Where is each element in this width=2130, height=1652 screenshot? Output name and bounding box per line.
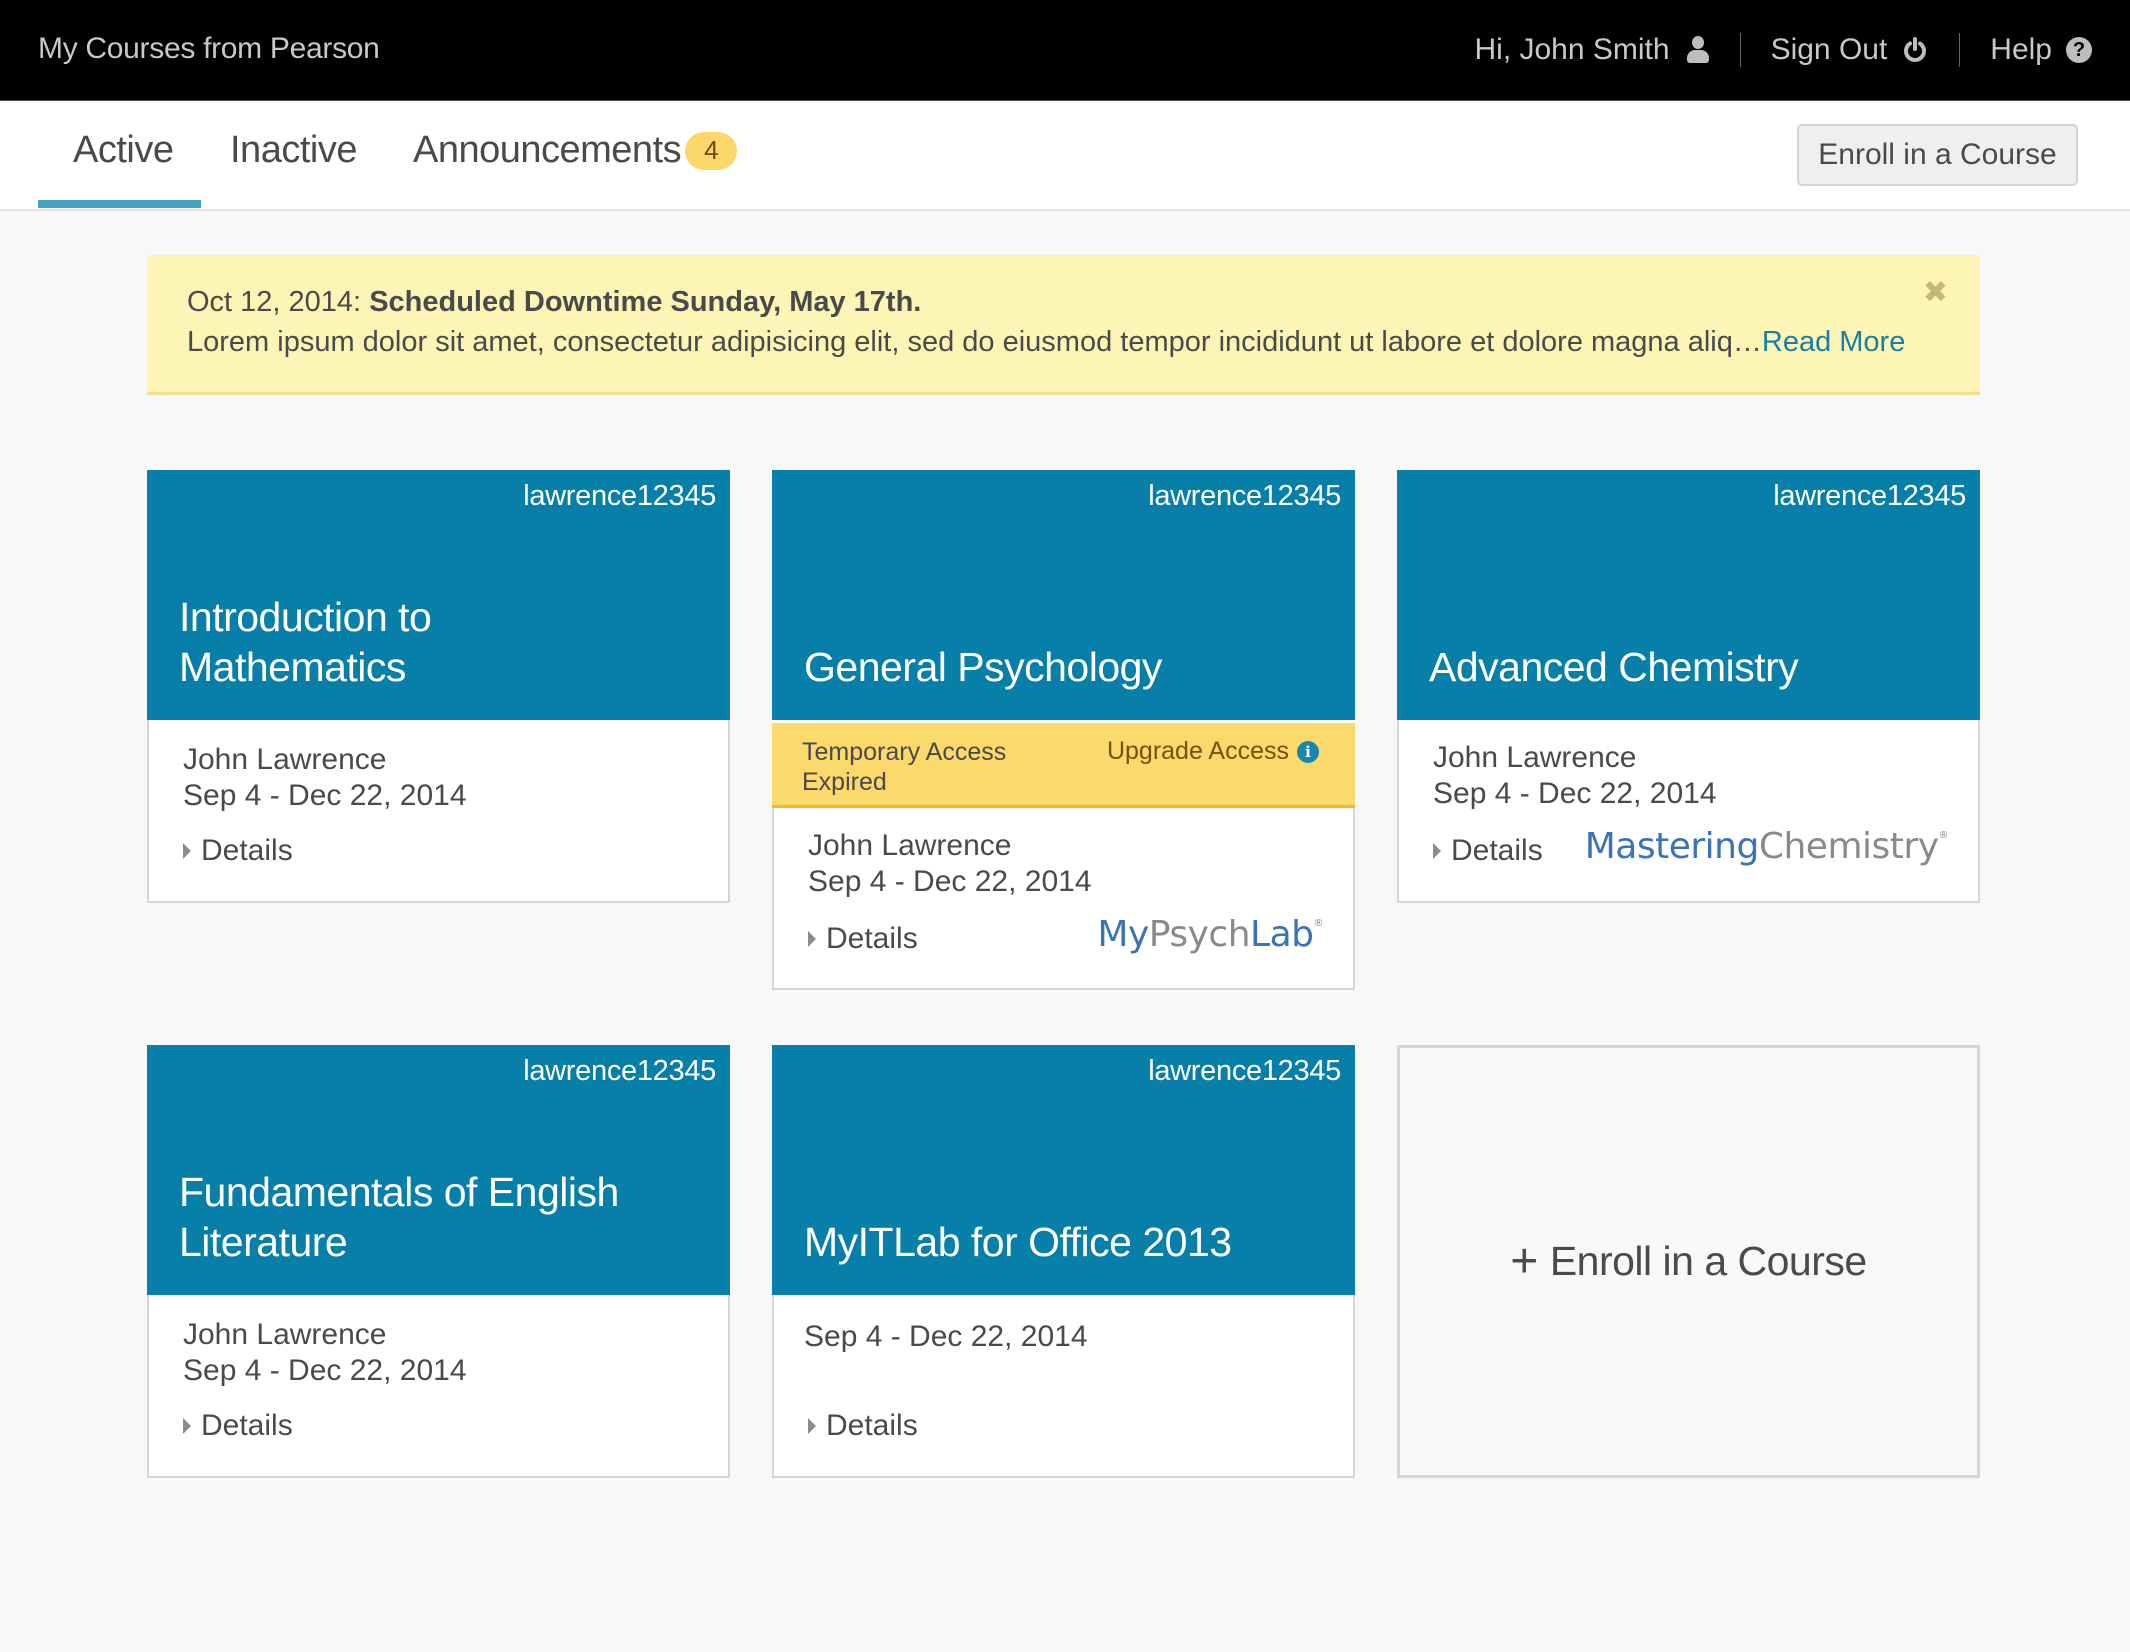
details-label: Details bbox=[826, 1409, 918, 1442]
course-code: lawrence12345 bbox=[1148, 480, 1341, 512]
course-title[interactable]: Fundamentals of English Literature bbox=[179, 1167, 659, 1267]
registered-mark: ® bbox=[1938, 830, 1949, 841]
caret-right-icon bbox=[808, 931, 816, 947]
course-card-body: Sep 4 - Dec 22, 2014 bbox=[774, 1295, 1353, 1355]
help-link[interactable]: Help ? bbox=[1990, 33, 2092, 67]
access-status-bar: Temporary Access Expired Upgrade Access … bbox=[772, 720, 1355, 808]
power-icon bbox=[1904, 37, 1927, 62]
announcement-body: Lorem ipsum dolor sit amet, consectetur … bbox=[187, 326, 1762, 358]
details-toggle[interactable]: Details bbox=[1433, 834, 1543, 868]
announcement-count-badge: 4 bbox=[685, 131, 738, 170]
access-status: Temporary Access Expired bbox=[802, 738, 1007, 796]
enroll-course-card-content: + Enroll in a Course bbox=[1510, 1234, 1867, 1288]
instructor-name: John Lawrence bbox=[1433, 741, 1637, 774]
course-dates: Sep 4 - Dec 22, 2014 bbox=[183, 779, 467, 812]
logo-text-part: My bbox=[1097, 914, 1149, 955]
tab-announcements[interactable]: Announcements 4 bbox=[413, 129, 738, 172]
course-card-body: John Lawrence Sep 4 - Dec 22, 2014 bbox=[774, 808, 1353, 900]
divider bbox=[1739, 33, 1741, 67]
course-card-body: John Lawrence Sep 4 - Dec 22, 2014 bbox=[149, 720, 728, 814]
details-toggle[interactable]: Details bbox=[183, 834, 293, 868]
announcement-banner: Oct 12, 2014: Scheduled Downtime Sunday,… bbox=[147, 255, 1980, 395]
question-circle-icon: ? bbox=[2066, 37, 2092, 63]
user-icon bbox=[1686, 36, 1710, 64]
details-toggle[interactable]: Details bbox=[183, 1409, 293, 1443]
app-title: My Courses from Pearson bbox=[38, 32, 380, 65]
course-dates: Sep 4 - Dec 22, 2014 bbox=[183, 1354, 467, 1387]
instructor-name: John Lawrence bbox=[183, 1318, 387, 1351]
enroll-course-button[interactable]: Enroll in a Course bbox=[1797, 124, 2078, 186]
top-navigation-bar: My Courses from Pearson Hi, John Smith S… bbox=[0, 0, 2130, 101]
details-label: Details bbox=[1451, 834, 1543, 867]
enroll-course-card-label: Enroll in a Course bbox=[1549, 1238, 1867, 1284]
sign-out-label: Sign Out bbox=[1770, 33, 1888, 66]
course-card-body: John Lawrence Sep 4 - Dec 22, 2014 bbox=[1399, 720, 1978, 812]
announcement-date: Oct 12, 2014: bbox=[187, 286, 362, 318]
mypsychlab-logo: MyPsychLab® bbox=[1097, 914, 1323, 955]
active-tab-indicator bbox=[38, 200, 201, 208]
announcement-heading: Oct 12, 2014: Scheduled Downtime Sunday,… bbox=[187, 282, 1940, 322]
masteringchemistry-logo: MasteringChemistry® bbox=[1584, 826, 1949, 867]
details-toggle[interactable]: Details bbox=[808, 922, 918, 956]
course-code: lawrence12345 bbox=[523, 480, 716, 512]
announcement-title: Scheduled Downtime Sunday, May 17th. bbox=[369, 286, 922, 318]
tab-active[interactable]: Active bbox=[73, 129, 174, 172]
course-title[interactable]: General Psychology bbox=[804, 642, 1324, 692]
course-title[interactable]: Introduction to Mathematics bbox=[179, 592, 499, 692]
course-code: lawrence12345 bbox=[523, 1055, 716, 1087]
details-label: Details bbox=[826, 922, 918, 955]
help-label: Help bbox=[1990, 33, 2052, 66]
caret-right-icon bbox=[1433, 843, 1441, 859]
course-card[interactable]: lawrence12345 MyITLab for Office 2013 Se… bbox=[772, 1045, 1355, 1478]
tab-bar: Active Inactive Announcements 4 Enroll i… bbox=[0, 101, 2130, 211]
course-card-body: John Lawrence Sep 4 - Dec 22, 2014 bbox=[149, 1295, 728, 1389]
logo-text-part: Psych bbox=[1148, 914, 1251, 955]
course-card[interactable]: lawrence12345 General Psychology Tempora… bbox=[772, 470, 1355, 990]
logo-text-part: Mastering bbox=[1584, 826, 1760, 867]
sign-out-link[interactable]: Sign Out bbox=[1771, 33, 1930, 67]
instructor-name: John Lawrence bbox=[808, 829, 1012, 862]
course-code: lawrence12345 bbox=[1148, 1055, 1341, 1087]
instructor-name: John Lawrence bbox=[183, 743, 387, 776]
details-label: Details bbox=[201, 834, 293, 867]
course-card[interactable]: lawrence12345 Introduction to Mathematic… bbox=[147, 470, 730, 903]
caret-right-icon bbox=[183, 1418, 191, 1434]
course-code: lawrence12345 bbox=[1773, 480, 1966, 512]
read-more-link[interactable]: Read More bbox=[1762, 326, 1905, 358]
upgrade-access-link[interactable]: Upgrade Access i bbox=[1107, 737, 1319, 766]
course-card[interactable]: lawrence12345 Fundamentals of English Li… bbox=[147, 1045, 730, 1478]
divider bbox=[1959, 33, 1961, 67]
course-card[interactable]: lawrence12345 Advanced Chemistry John La… bbox=[1397, 470, 1980, 903]
registered-mark: ® bbox=[1313, 918, 1324, 929]
course-card-header[interactable]: lawrence12345 MyITLab for Office 2013 bbox=[772, 1045, 1355, 1295]
plus-icon: + bbox=[1510, 1234, 1538, 1288]
course-dates: Sep 4 - Dec 22, 2014 bbox=[808, 865, 1092, 898]
course-title[interactable]: MyITLab for Office 2013 bbox=[804, 1217, 1324, 1267]
user-greeting: Hi, John Smith bbox=[1474, 33, 1670, 66]
course-card-header[interactable]: lawrence12345 Advanced Chemistry bbox=[1397, 470, 1980, 720]
course-card-header[interactable]: lawrence12345 Introduction to Mathematic… bbox=[147, 470, 730, 720]
announcement-body-line: Lorem ipsum dolor sit amet, consectetur … bbox=[187, 322, 1940, 362]
user-links: Hi, John Smith Sign Out Help ? bbox=[1474, 28, 2092, 72]
caret-right-icon bbox=[808, 1418, 816, 1434]
upgrade-access-label: Upgrade Access bbox=[1106, 737, 1289, 765]
caret-right-icon bbox=[183, 843, 191, 859]
logo-text-part: Chemistry bbox=[1758, 826, 1939, 867]
info-icon[interactable]: i bbox=[1297, 740, 1319, 763]
enroll-course-card[interactable]: + Enroll in a Course bbox=[1397, 1045, 1980, 1478]
tab-inactive[interactable]: Inactive bbox=[230, 129, 357, 172]
tab-announcements-label: Announcements bbox=[413, 129, 682, 171]
course-dates: Sep 4 - Dec 22, 2014 bbox=[1433, 777, 1717, 810]
details-toggle[interactable]: Details bbox=[808, 1409, 918, 1443]
course-card-header[interactable]: lawrence12345 General Psychology bbox=[772, 470, 1355, 720]
user-menu[interactable]: Hi, John Smith bbox=[1474, 33, 1709, 67]
details-label: Details bbox=[201, 1409, 293, 1442]
course-title[interactable]: Advanced Chemistry bbox=[1429, 642, 1949, 692]
logo-text-part: Lab bbox=[1250, 914, 1314, 955]
course-dates: Sep 4 - Dec 22, 2014 bbox=[804, 1320, 1088, 1353]
course-card-header[interactable]: lawrence12345 Fundamentals of English Li… bbox=[147, 1045, 730, 1295]
close-icon[interactable]: ✖ bbox=[1923, 275, 1948, 310]
